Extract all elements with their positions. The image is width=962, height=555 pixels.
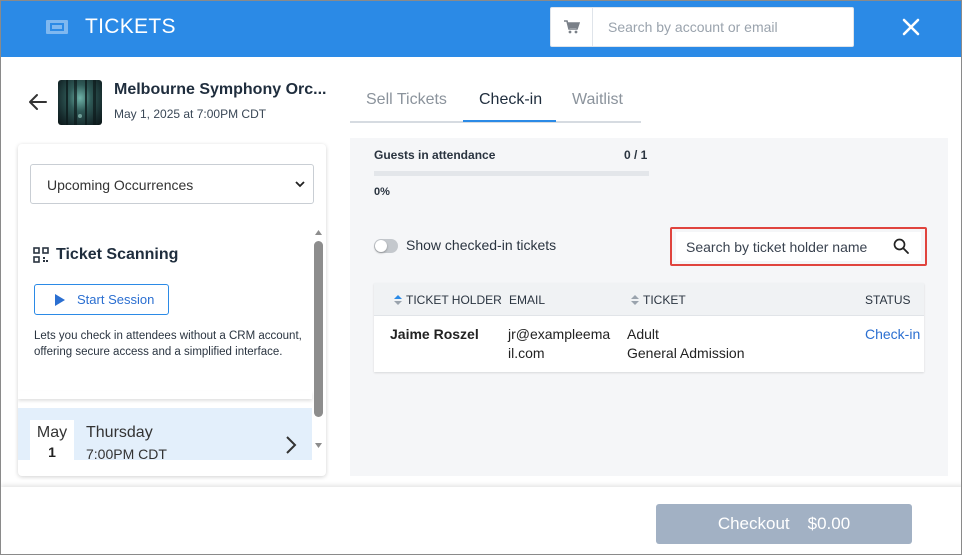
event-date: May 1, 2025 at 7:00PM CDT — [114, 107, 267, 121]
account-search-input[interactable] — [608, 17, 848, 37]
section-divider — [18, 391, 312, 399]
check-in-panel: Guests in attendance 0 / 1 0% Show check… — [350, 138, 948, 476]
attendance-progress-bar — [374, 171, 649, 176]
check-in-link[interactable]: Check-in — [865, 325, 920, 344]
left-panel: Upcoming Occurrences Ticket Scanning Sta… — [18, 144, 326, 476]
active-tab-indicator — [463, 120, 556, 122]
event-title: Melbourne Symphony Orc... — [114, 81, 327, 98]
ticket-category: General Admission — [627, 345, 745, 361]
occurrence-month: May — [36, 424, 68, 441]
attendance-count: 0 / 1 — [624, 148, 648, 162]
column-ticket-holder-label: TICKET HOLDER — [406, 293, 502, 307]
column-ticket-holder[interactable]: TICKET HOLDER — [394, 293, 502, 307]
back-arrow-icon — [29, 94, 47, 110]
show-checked-in-label: Show checked-in tickets — [406, 237, 557, 253]
scroll-up-arrow-icon[interactable] — [314, 228, 323, 236]
column-email: EMAIL — [509, 293, 546, 307]
show-checked-in-toggle[interactable] — [374, 239, 398, 253]
back-button[interactable] — [27, 91, 49, 113]
attendance-percent: 0% — [374, 186, 390, 198]
ticket-scanning-description: Lets you check in attendees without a CR… — [34, 330, 302, 358]
occurrence-item[interactable]: May 1 Thursday 7:00PM CDT — [18, 408, 312, 462]
ticket-holder-name: Jaime Roszel — [390, 326, 479, 342]
scrollbar-thumb[interactable] — [314, 241, 323, 417]
occurrence-weekday: Thursday — [86, 424, 153, 441]
sort-icon — [631, 295, 639, 305]
occurrences-dropdown-value: Upcoming Occurrences — [47, 177, 194, 193]
close-icon — [902, 18, 920, 36]
tab-bar: Sell Tickets Check-in Waitlist — [350, 83, 641, 123]
page-title: TICKETS — [85, 15, 176, 38]
start-session-button[interactable]: Start Session — [34, 284, 169, 315]
holder-search-box — [676, 232, 921, 261]
ticket-scanning-title: Ticket Scanning — [56, 246, 179, 263]
column-ticket[interactable]: TICKET — [631, 293, 686, 307]
holder-search-input[interactable] — [686, 238, 886, 256]
header-bar: TICKETS — [1, 1, 961, 57]
email-line-2: il.com — [508, 345, 545, 361]
occurrence-day: 1 — [48, 444, 56, 460]
tickets-window: TICKETS Search by account or email Melbo… — [0, 0, 962, 555]
occurrences-dropdown[interactable]: Upcoming Occurrences — [30, 164, 314, 204]
tab-waitlist[interactable]: Waitlist — [572, 91, 623, 109]
checkout-amount: $0.00 — [807, 514, 851, 533]
checkout-label: Checkout $0.00 — [656, 514, 912, 534]
occurrence-time: 7:00PM CDT — [86, 446, 167, 462]
attendance-label: Guests in attendance — [374, 148, 496, 162]
tickets-table: TICKET HOLDER EMAIL TICKET STATUS Jaime … — [374, 283, 924, 372]
checkout-text: Checkout — [717, 514, 790, 533]
toggle-knob — [375, 240, 387, 252]
table-header: TICKET HOLDER EMAIL TICKET STATUS — [374, 283, 924, 316]
footer-bar: Checkout $0.00 — [1, 487, 961, 554]
close-button[interactable] — [897, 13, 925, 41]
sort-icon — [394, 295, 402, 305]
tab-sell-tickets[interactable]: Sell Tickets — [366, 91, 447, 109]
tab-check-in[interactable]: Check-in — [479, 91, 542, 109]
ticket-type: Adult — [627, 326, 659, 342]
column-status: STATUS — [865, 293, 911, 307]
scroll-down-arrow-icon[interactable] — [314, 442, 323, 450]
qr-code-icon — [33, 247, 49, 263]
cart-button[interactable] — [551, 8, 593, 46]
occurrence-date-box: May 1 — [30, 420, 74, 460]
play-icon — [55, 294, 65, 306]
account-search-box — [550, 7, 854, 47]
email-line-1: jr@exampleema — [508, 326, 611, 342]
ticket-icon — [45, 18, 69, 36]
checkout-button[interactable]: Checkout $0.00 — [656, 504, 912, 544]
start-session-label: Start Session — [77, 292, 155, 307]
chevron-down-icon — [295, 181, 305, 188]
chevron-right-icon — [286, 436, 297, 454]
highlight-box — [670, 227, 927, 266]
search-icon[interactable] — [893, 238, 909, 254]
column-ticket-label: TICKET — [643, 293, 686, 307]
event-thumbnail — [58, 80, 102, 125]
cart-icon — [563, 20, 580, 34]
